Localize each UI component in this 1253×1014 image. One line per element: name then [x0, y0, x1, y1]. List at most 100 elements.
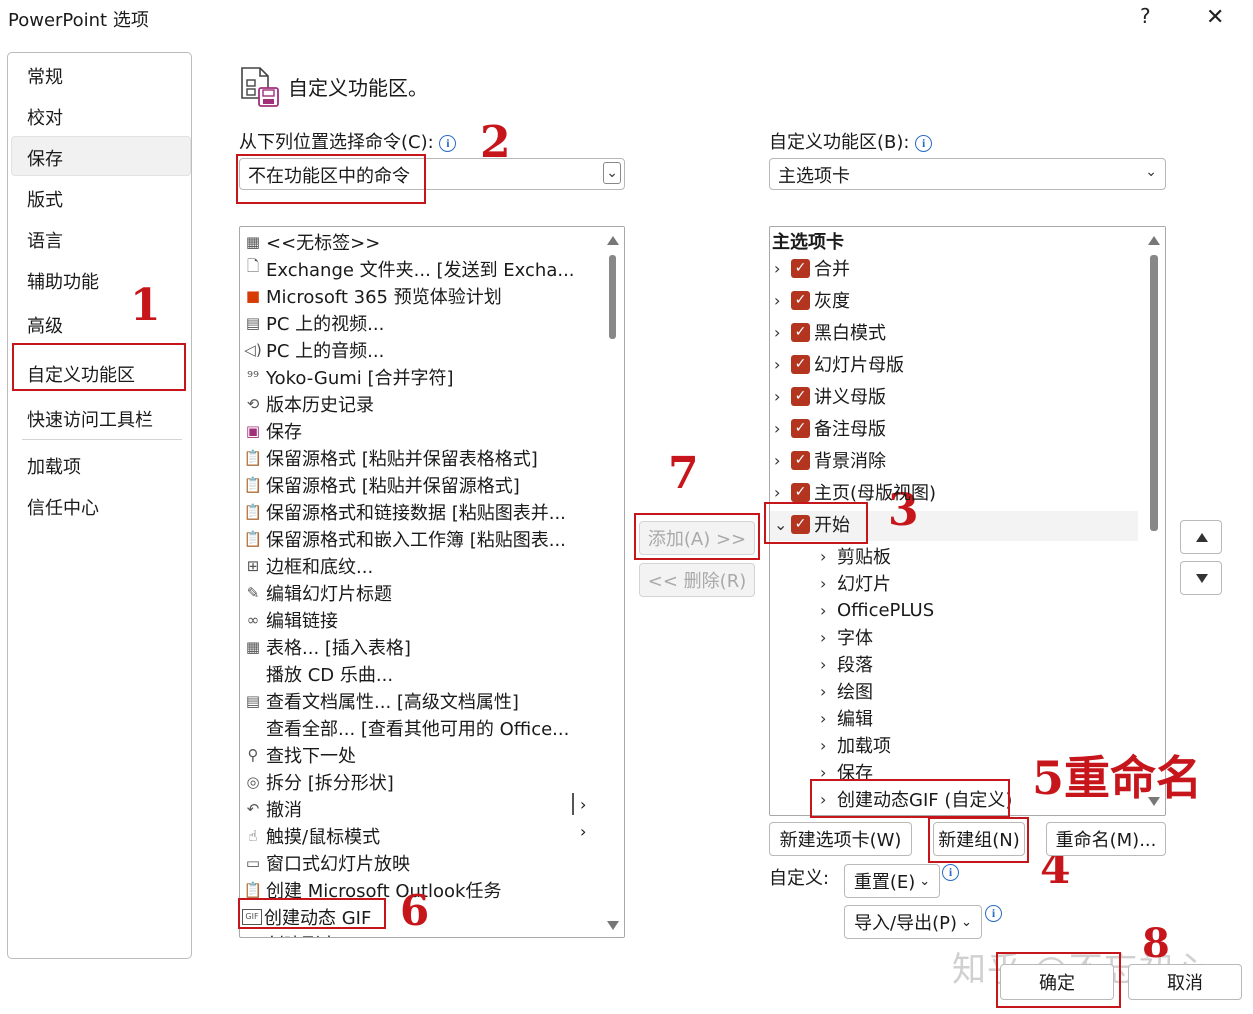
commands-scrollbar[interactable] — [602, 227, 624, 937]
nav-item-addins[interactable]: 加载项 — [27, 453, 81, 479]
customize-ribbon-dropdown[interactable]: 主选项卡 ⌄ — [769, 158, 1166, 190]
tree-group[interactable]: › 编辑 — [820, 704, 873, 732]
tree-group[interactable]: › 幻灯片 — [820, 569, 891, 597]
tree-tab[interactable]: › ✓ 讲义母版 — [774, 382, 886, 410]
nav-item-accessibility[interactable]: 辅助功能 — [27, 268, 99, 294]
cancel-button[interactable]: 取消 — [1128, 964, 1242, 1000]
expand-icon[interactable]: › — [774, 387, 788, 406]
tree-tab[interactable]: › ✓ 合并 — [774, 254, 850, 282]
expand-icon[interactable]: › — [774, 355, 788, 374]
checkbox-checked-icon[interactable]: ✓ — [791, 418, 810, 438]
command-item[interactable]: ▣ 保存 — [242, 417, 302, 444]
expand-icon[interactable]: › — [774, 451, 788, 470]
scroll-up-icon[interactable] — [607, 236, 619, 245]
rename-button[interactable]: 重命名(M)... — [1046, 822, 1166, 856]
command-item[interactable]: 📋 保留源格式和链接数据 [粘贴图表并... — [242, 498, 566, 525]
command-item[interactable]: 📋 保留源格式 [粘贴并保留源格式] — [242, 471, 520, 498]
tree-group[interactable]: › 剪贴板 — [820, 542, 891, 570]
command-item[interactable]: ✎ 编辑幻灯片标题 — [242, 579, 392, 606]
expand-icon[interactable]: › — [820, 601, 834, 620]
expand-icon[interactable]: › — [820, 628, 834, 647]
checkbox-checked-icon[interactable]: ✓ — [791, 450, 810, 470]
tree-group[interactable]: › 字体 — [820, 623, 873, 651]
move-down-button[interactable] — [1180, 561, 1222, 595]
scroll-up-icon[interactable] — [1148, 236, 1160, 245]
import-export-button[interactable]: 导入/导出(P) ⌄ — [844, 905, 982, 939]
checkbox-checked-icon[interactable]: ✓ — [791, 482, 810, 502]
checkbox-checked-icon[interactable]: ✓ — [791, 258, 810, 278]
command-item[interactable]: ⟲ 版本历史记录 — [242, 390, 374, 417]
checkbox-checked-icon[interactable]: ✓ — [791, 354, 810, 374]
expand-icon[interactable]: › — [820, 709, 834, 728]
command-item[interactable]: ▦ <<无标签>> — [242, 228, 380, 255]
command-item[interactable]: 📋 保留源格式和嵌入工作簿 [粘贴图表... — [242, 525, 566, 552]
command-item[interactable]: ☝ 触摸/鼠标模式 — [242, 822, 380, 849]
expand-icon[interactable]: › — [774, 323, 788, 342]
expand-icon[interactable]: › — [820, 547, 834, 566]
collapse-icon[interactable]: ⌄ — [774, 515, 788, 534]
command-item[interactable]: 查看全部... [查看其他可用的 Office... — [242, 714, 569, 741]
command-item[interactable]: ▭ 窗口式幻灯片放映 — [242, 849, 410, 876]
checkbox-checked-icon[interactable]: ✓ — [791, 386, 810, 406]
scroll-thumb[interactable] — [1150, 255, 1158, 531]
nav-item-language[interactable]: 语言 — [27, 227, 63, 253]
command-item[interactable]: 创建副本 — [242, 930, 338, 938]
tree-tab[interactable]: › ✓ 主页(母版视图) — [774, 478, 936, 506]
command-item[interactable]: ▤ 查看文档属性... [高级文档属性] — [242, 687, 519, 714]
nav-item-proofing[interactable]: 校对 — [27, 104, 63, 130]
tree-tab[interactable]: › ✓ 幻灯片母版 — [774, 350, 904, 378]
info-icon[interactable]: i — [985, 905, 1002, 922]
tree-tab-home[interactable]: ⌄ ✓ 开始 — [774, 510, 850, 538]
expand-icon[interactable]: › — [774, 483, 788, 502]
ribbon-tree[interactable]: 主选项卡 › ✓ 合并 › ✓ 灰度 › ✓ 黑白模式 › ✓ 幻灯片母版 › ✓ 讲义母版 › ✓ 备注母版 › ✓… — [769, 226, 1166, 816]
remove-button[interactable]: << 删除(R) — [639, 563, 755, 597]
command-item[interactable]: 播放 CD 乐曲... — [242, 660, 393, 687]
expand-icon[interactable]: › — [774, 291, 788, 310]
nav-item-trust-center[interactable]: 信任中心 — [27, 494, 99, 520]
command-item[interactable]: ⊞ 边框和底纹... — [242, 552, 373, 579]
command-item[interactable]: ■ Microsoft 365 预览体验计划 — [242, 282, 502, 309]
checkbox-checked-icon[interactable]: ✓ — [791, 322, 810, 342]
move-up-button[interactable] — [1180, 520, 1222, 554]
chevron-down-icon[interactable]: ⌄ — [603, 162, 621, 184]
tree-group[interactable]: › 段落 — [820, 650, 873, 678]
tree-group[interactable]: › 绘图 — [820, 677, 873, 705]
info-icon[interactable]: i — [915, 134, 933, 152]
new-tab-button[interactable]: 新建选项卡(W) — [769, 822, 912, 856]
nav-item-save[interactable]: 保存 — [27, 145, 63, 171]
help-button[interactable]: ? — [1140, 4, 1151, 28]
command-item[interactable]: ↶ 撤消 — [242, 795, 302, 822]
reset-button[interactable]: 重置(E) ⌄ — [844, 864, 940, 898]
command-item[interactable]: ◁) PC 上的音频... — [242, 336, 384, 363]
scroll-thumb[interactable] — [609, 255, 616, 339]
expand-icon[interactable]: › — [820, 574, 834, 593]
expand-icon[interactable]: › — [820, 736, 834, 755]
tree-tab[interactable]: › ✓ 黑白模式 — [774, 318, 886, 346]
tree-tab[interactable]: › ✓ 灰度 — [774, 286, 850, 314]
checkbox-checked-icon[interactable]: ✓ — [791, 514, 810, 534]
tree-tab[interactable]: › ✓ 备注母版 — [774, 414, 886, 442]
info-icon[interactable]: i — [439, 134, 457, 152]
nav-item-layout[interactable]: 版式 — [27, 186, 63, 212]
info-icon[interactable]: i — [942, 864, 959, 881]
command-item[interactable]: ▦ 表格... [插入表格] — [242, 633, 411, 660]
command-item[interactable]: ◎ 拆分 [拆分形状] — [242, 768, 393, 795]
tree-scrollbar[interactable] — [1143, 227, 1165, 815]
expand-icon[interactable]: › — [774, 419, 788, 438]
chevron-down-icon[interactable]: ⌄ — [1145, 164, 1157, 180]
close-button[interactable]: ✕ — [1206, 5, 1224, 30]
expand-icon[interactable]: › — [820, 655, 834, 674]
command-item[interactable]: ⚲ 查找下一处 — [242, 741, 357, 768]
commands-list[interactable]: ▦ <<无标签>> 🗋 Exchange 文件夹... [发送到 Excha... ■ M… — [239, 226, 625, 938]
expand-icon[interactable]: › — [820, 682, 834, 701]
command-item[interactable]: ▤ PC 上的视频... — [242, 309, 384, 336]
nav-item-general[interactable]: 常规 — [27, 63, 63, 89]
command-item[interactable]: ∞ 编辑链接 — [242, 606, 338, 633]
checkbox-checked-icon[interactable]: ✓ — [791, 290, 810, 310]
nav-item-advanced[interactable]: 高级 — [27, 312, 63, 338]
scroll-down-icon[interactable] — [607, 921, 619, 930]
command-item[interactable]: ⁹⁹ Yoko-Gumi [合并字符] — [242, 363, 454, 390]
nav-item-quick-access[interactable]: 快速访问工具栏 — [27, 406, 153, 432]
expand-icon[interactable]: › — [774, 259, 788, 278]
tree-group[interactable]: › 加载项 — [820, 731, 891, 759]
